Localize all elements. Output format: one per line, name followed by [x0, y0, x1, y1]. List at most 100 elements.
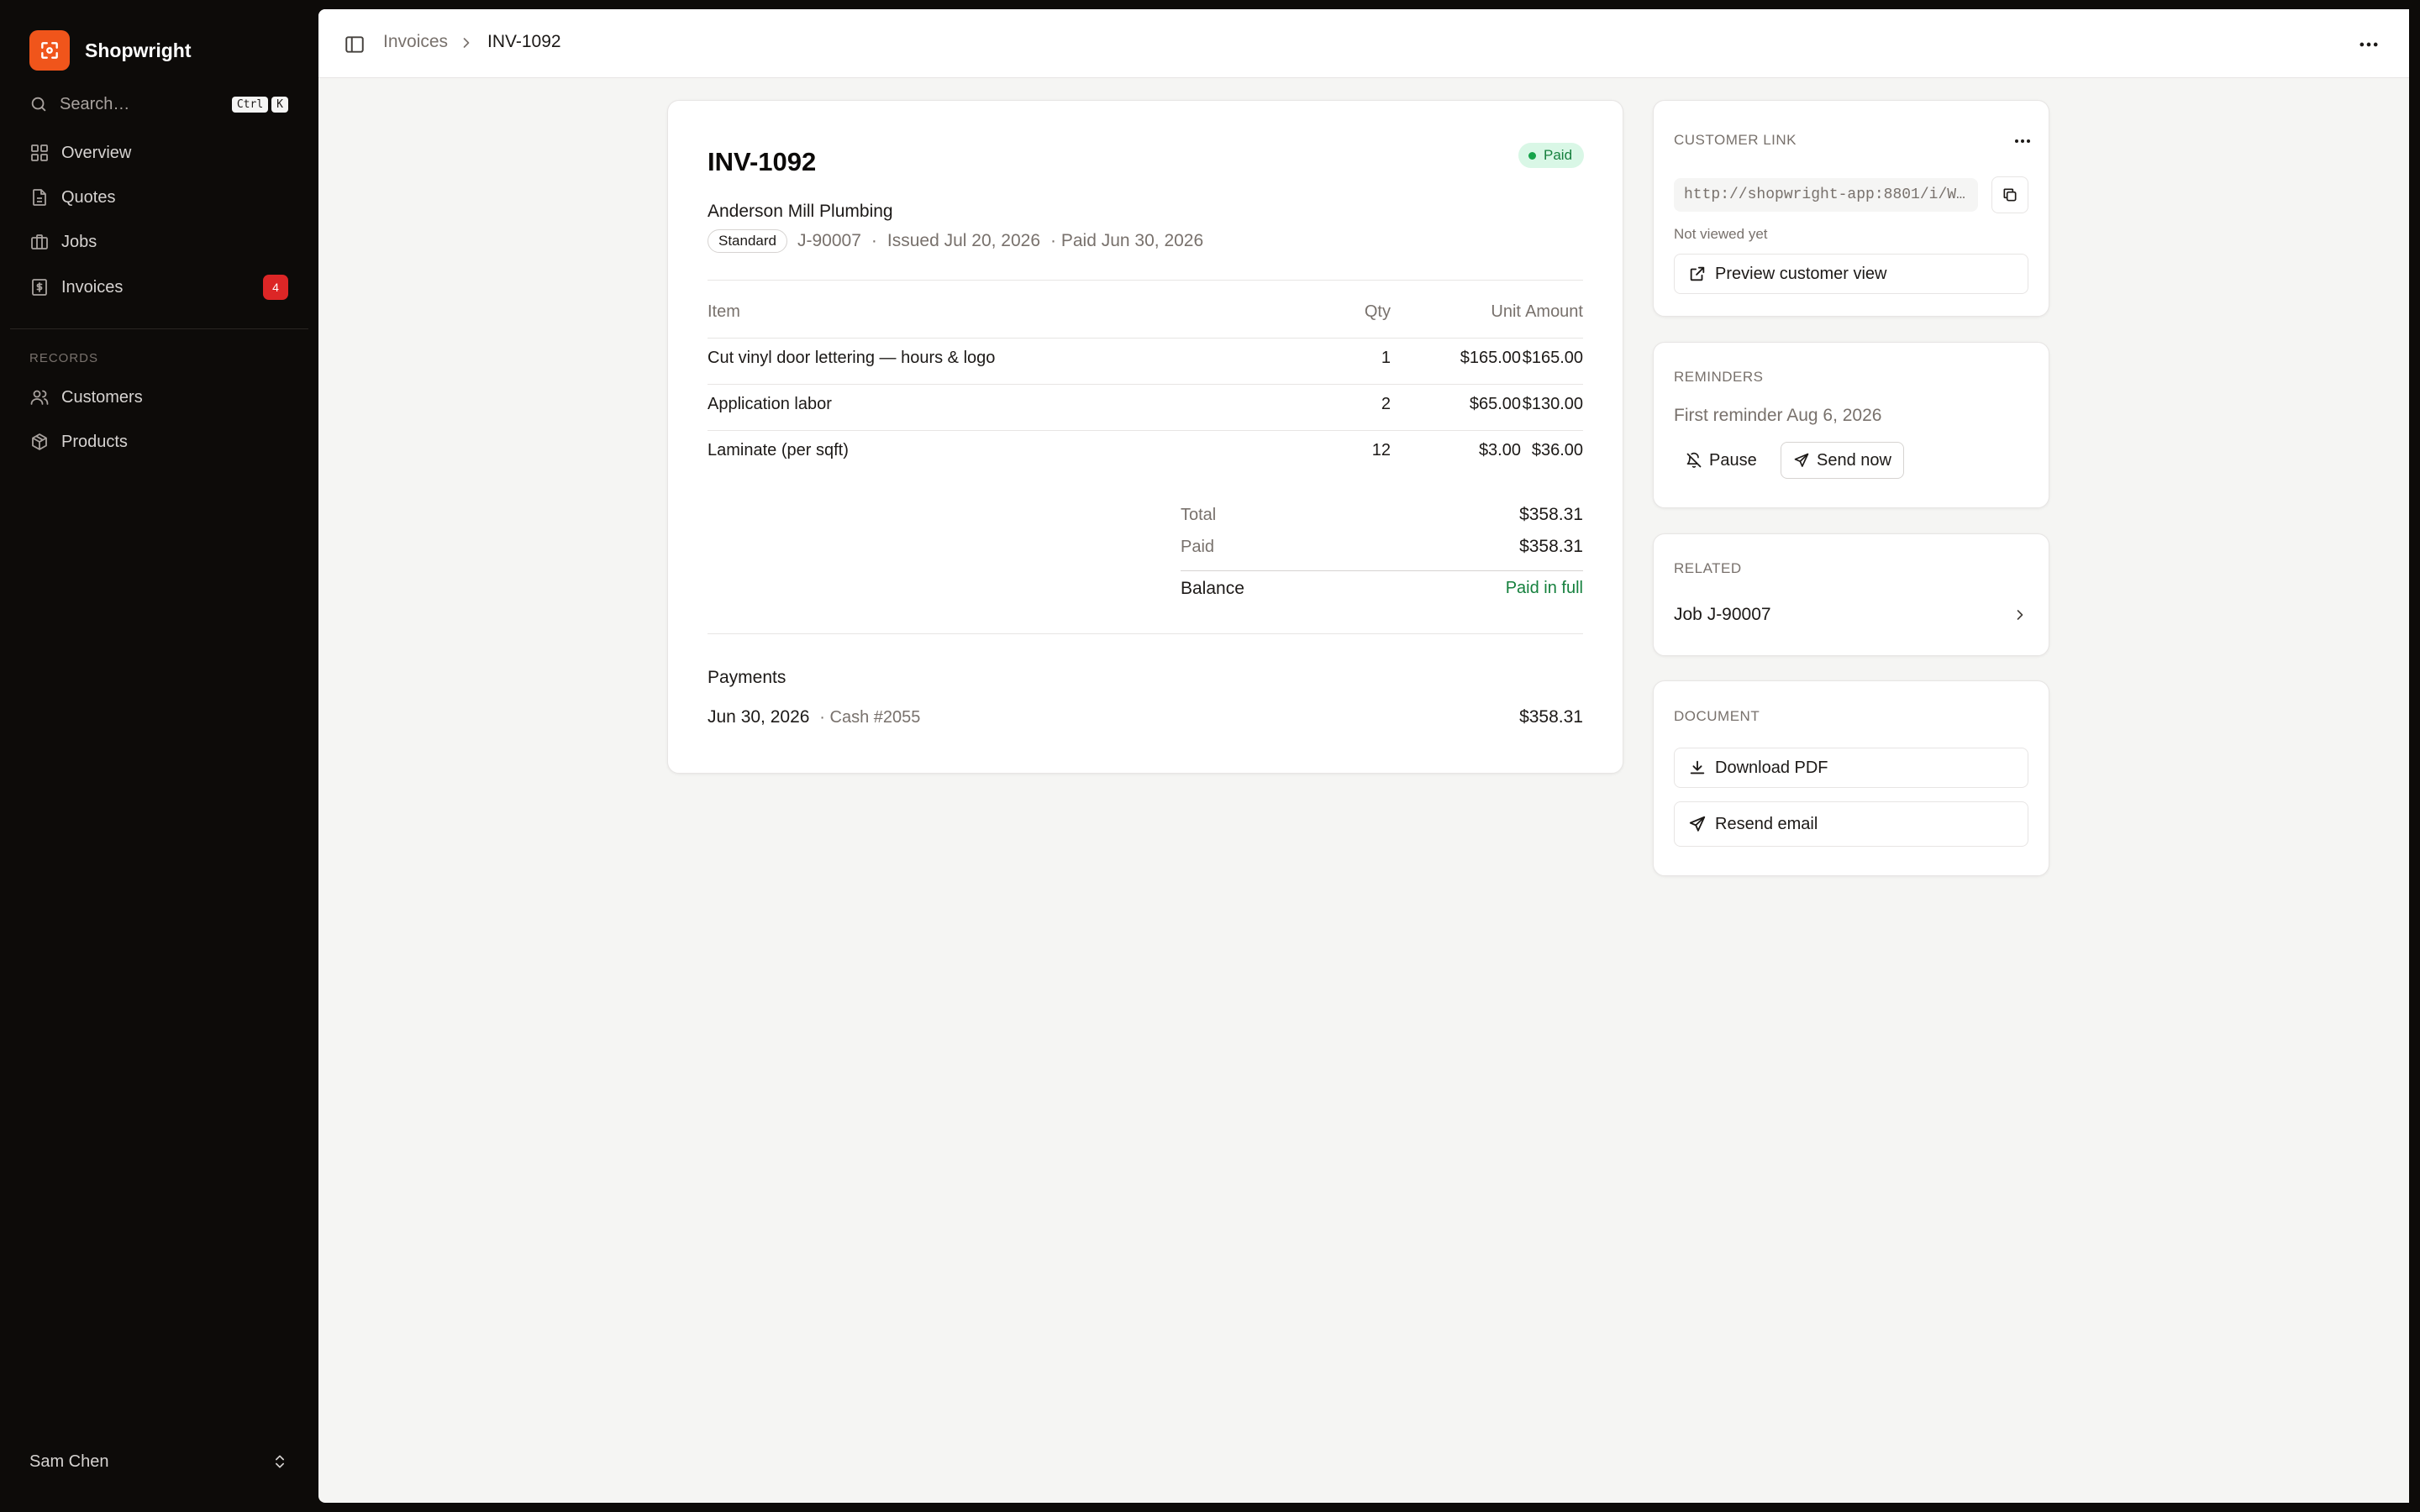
button-label: Download PDF — [1715, 758, 1828, 777]
grid-icon — [31, 144, 48, 161]
line-item-qty: 2 — [1381, 395, 1391, 413]
invoice-number: INV-1092 — [708, 147, 817, 176]
invoice-type-pill: Standard — [708, 229, 787, 253]
payments-heading: Payments — [708, 668, 786, 687]
preview-customer-view-button[interactable]: Preview customer view — [1674, 254, 2028, 294]
divider — [708, 384, 1583, 385]
issued-date: Issued Jul 20, 2026 — [886, 231, 1041, 250]
divider — [708, 430, 1583, 431]
dollar-document-icon — [32, 279, 47, 296]
column-header-amount: Amount — [1525, 302, 1583, 321]
chevron-up-down-icon — [276, 1455, 284, 1468]
sidebar-item-invoices[interactable]: Invoices 4 — [29, 269, 288, 306]
balance-value: Paid in full — [1505, 579, 1583, 597]
sidebar: Shopwright Search… Ctrl K Overview Quote… — [0, 0, 318, 1512]
first-reminder-date: First reminder Aug 6, 2026 — [1674, 406, 1882, 425]
line-item-name: Application labor — [708, 395, 832, 413]
sidebar-item-quotes[interactable]: Quotes — [29, 179, 288, 216]
sidebar-item-overview[interactable]: Overview — [29, 134, 288, 171]
viewed-status: Not viewed yet — [1674, 226, 1768, 242]
sidebar-item-label: Jobs — [61, 232, 97, 251]
main-content: Invoices INV-1092 INV-1092 Paid Anderson… — [318, 9, 2409, 1503]
column-header-qty: Qty — [1364, 302, 1391, 321]
document-heading: DOCUMENT — [1674, 708, 1760, 724]
divider — [708, 338, 1583, 339]
sidebar-item-label: Overview — [61, 143, 132, 162]
copy-icon — [2003, 188, 2017, 202]
button-label: Preview customer view — [1715, 264, 1887, 283]
reminders-card: REMINDERS First reminder Aug 6, 2026 Pau… — [1653, 342, 2049, 508]
sidebar-item-products[interactable]: Products — [29, 423, 288, 460]
chevron-right-icon — [2017, 610, 2023, 620]
divider — [708, 633, 1583, 634]
document-card: DOCUMENT Download PDF Resend email — [1653, 680, 2049, 876]
button-label: Send now — [1817, 450, 1891, 470]
search-icon — [31, 97, 46, 112]
sidebar-divider — [10, 328, 308, 329]
more-options-icon[interactable] — [2012, 131, 2033, 151]
button-label: Pause — [1709, 450, 1757, 470]
sidebar-item-jobs[interactable]: Jobs — [29, 223, 288, 260]
button-label: Resend email — [1715, 814, 1818, 833]
customer-name[interactable]: Anderson Mill Plumbing — [708, 202, 893, 222]
paid-label: Paid — [1181, 538, 1215, 556]
line-item-amount: $165.00 — [1522, 349, 1583, 367]
bell-off-icon — [1686, 452, 1702, 468]
shortcut-key-k: K — [271, 96, 288, 113]
resend-email-button[interactable]: Resend email — [1674, 801, 2028, 847]
line-item-qty: 1 — [1381, 349, 1391, 367]
download-pdf-button[interactable]: Download PDF — [1674, 748, 2028, 788]
payment-method: · Cash #2055 — [819, 708, 921, 727]
search-placeholder: Search… — [60, 94, 130, 113]
send-reminder-now-button[interactable]: Send now — [1781, 442, 1904, 479]
sidebar-item-label: Quotes — [61, 187, 116, 207]
total-label: Total — [1181, 506, 1217, 524]
related-card: RELATED Job J-90007 — [1653, 533, 2049, 656]
column-header-unit: Unit — [1491, 302, 1521, 321]
status-dot-icon — [1528, 151, 1536, 160]
reminders-heading: REMINDERS — [1674, 369, 1764, 385]
download-icon — [1690, 760, 1705, 774]
pause-reminders-button[interactable]: Pause — [1674, 442, 1769, 479]
send-icon — [1794, 453, 1809, 467]
package-icon — [32, 433, 47, 450]
customer-link-url[interactable]: http://shopwright-app:8801/i/W… — [1674, 178, 1978, 212]
payment-row: Jun 30, 2026 · Cash #2055 — [708, 707, 920, 727]
balance-label: Balance — [1181, 579, 1244, 598]
chevron-right-icon — [463, 38, 470, 48]
payment-date: Jun 30, 2026 — [708, 707, 810, 727]
total-value: $358.31 — [1519, 505, 1583, 524]
paid-date: · Paid Jun 30, 2026 — [1050, 231, 1204, 250]
breadcrumb-invoices-link[interactable]: Invoices — [383, 32, 448, 52]
divider — [1181, 570, 1583, 571]
briefcase-icon — [31, 234, 48, 249]
status-badge: Paid — [1518, 143, 1585, 168]
search-box[interactable]: Search… Ctrl K — [29, 87, 288, 121]
send-icon — [1689, 816, 1706, 832]
user-menu[interactable]: Sam Chen — [29, 1445, 288, 1478]
line-item-amount: $130.00 — [1522, 395, 1583, 413]
copy-link-button[interactable] — [1991, 176, 2028, 213]
sidebar-toggle-icon[interactable] — [344, 34, 366, 55]
line-item-name: Cut vinyl door lettering — hours & logo — [708, 349, 996, 367]
external-link-icon — [1690, 266, 1705, 281]
breadcrumb-current: INV-1092 — [487, 32, 561, 51]
sidebar-item-customers[interactable]: Customers — [29, 379, 288, 416]
shortcut-key-ctrl: Ctrl — [231, 96, 269, 113]
records-section-heading: RECORDS — [29, 351, 99, 365]
divider — [708, 280, 1583, 281]
document-icon — [33, 189, 46, 206]
customer-link-card: CUSTOMER LINK http://shopwright-app:8801… — [1653, 100, 2049, 317]
related-job-link[interactable]: Job J-90007 — [1674, 601, 2028, 628]
more-options-icon[interactable] — [2357, 33, 2381, 56]
sidebar-item-label: Invoices — [61, 277, 124, 297]
invoice-card: INV-1092 Paid Anderson Mill Plumbing Sta… — [667, 100, 1623, 774]
sidebar-item-label: Customers — [61, 387, 143, 407]
job-reference[interactable]: J-90007 — [797, 231, 861, 251]
brand[interactable]: Shopwright — [29, 30, 191, 71]
brand-logo-icon — [29, 30, 70, 71]
line-item-name: Laminate (per sqft) — [708, 441, 849, 459]
user-name: Sam Chen — [29, 1452, 109, 1471]
top-bar: Invoices INV-1092 — [318, 9, 2409, 78]
line-item-qty: 12 — [1371, 441, 1391, 459]
